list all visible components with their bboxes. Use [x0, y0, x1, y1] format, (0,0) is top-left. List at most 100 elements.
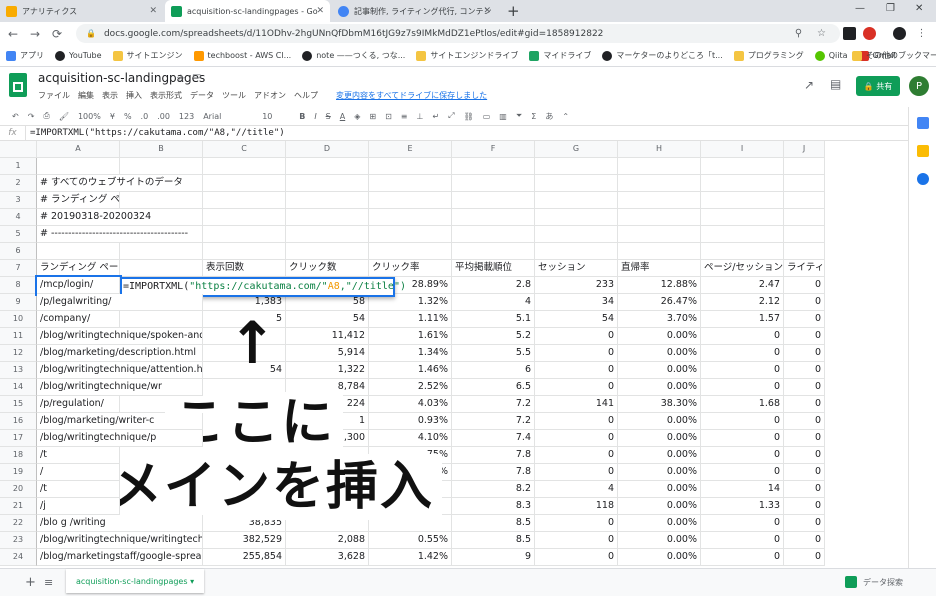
- cell[interactable]: [120, 243, 203, 260]
- cell[interactable]: /blog/writingtechnique/writingtechn: [37, 532, 203, 549]
- keep-icon[interactable]: [917, 145, 929, 157]
- cell[interactable]: # ランディング ページ: [37, 192, 120, 209]
- cell[interactable]: 0.00%: [618, 532, 701, 549]
- paint-format-icon[interactable]: 🖌: [59, 112, 69, 121]
- cell[interactable]: /blog/marketingstaff/google-spreac: [37, 549, 203, 566]
- cell[interactable]: 34: [535, 294, 618, 311]
- cell[interactable]: 8.5: [452, 515, 535, 532]
- text-wrap-icon[interactable]: ↵: [432, 112, 439, 121]
- cell[interactable]: [369, 158, 452, 175]
- row-header[interactable]: 4: [0, 209, 37, 226]
- cell[interactable]: [618, 226, 701, 243]
- minimize-icon[interactable]: —: [855, 3, 865, 14]
- cell[interactable]: 0: [535, 413, 618, 430]
- cell[interactable]: 4.03%: [369, 396, 452, 413]
- italic-button[interactable]: I: [314, 112, 316, 121]
- cell[interactable]: 直帰率: [618, 260, 701, 277]
- cell[interactable]: 2.8: [452, 277, 535, 294]
- cell[interactable]: 7.8: [452, 447, 535, 464]
- cell[interactable]: /j: [37, 498, 120, 515]
- insert-comment-icon[interactable]: ▭: [483, 112, 491, 121]
- cell[interactable]: /blog/writingtechnique/spoken-and: [37, 328, 203, 345]
- cell[interactable]: [120, 158, 203, 175]
- cell[interactable]: [203, 192, 286, 209]
- cell[interactable]: 4: [535, 481, 618, 498]
- cell[interactable]: 118: [535, 498, 618, 515]
- cell[interactable]: 54: [535, 311, 618, 328]
- column-header[interactable]: I: [701, 141, 784, 158]
- cell[interactable]: 0.00%: [618, 430, 701, 447]
- menu-data[interactable]: データ: [190, 90, 214, 101]
- cell[interactable]: 1.42%: [369, 549, 452, 566]
- cell[interactable]: /company/: [37, 311, 120, 328]
- cell[interactable]: 2.47: [701, 277, 784, 294]
- row-header[interactable]: 14: [0, 379, 37, 396]
- cell[interactable]: 0: [535, 328, 618, 345]
- cell[interactable]: 0.00%: [618, 345, 701, 362]
- column-header[interactable]: J: [784, 141, 825, 158]
- cell[interactable]: 0: [784, 311, 825, 328]
- cell[interactable]: 6.5: [452, 379, 535, 396]
- functions-icon[interactable]: Σ: [531, 112, 536, 121]
- activity-icon[interactable]: ↗: [804, 78, 814, 92]
- cell[interactable]: [120, 192, 203, 209]
- cell[interactable]: 2,088: [286, 532, 369, 549]
- cell[interactable]: 0.00%: [618, 481, 701, 498]
- cell[interactable]: 0: [784, 396, 825, 413]
- cell[interactable]: 8.2: [452, 481, 535, 498]
- bookmark-drive[interactable]: マイドライブ: [529, 50, 591, 61]
- cell[interactable]: 14: [701, 481, 784, 498]
- cell[interactable]: 0: [701, 345, 784, 362]
- cell[interactable]: [535, 226, 618, 243]
- bookmark-folder[interactable]: サイトエンジン: [112, 50, 183, 61]
- cell[interactable]: 1,322: [286, 362, 369, 379]
- cell[interactable]: [286, 226, 369, 243]
- cell[interactable]: [618, 192, 701, 209]
- insert-chart-icon[interactable]: ▥: [499, 112, 507, 121]
- increase-decimal-button[interactable]: .00: [157, 112, 170, 121]
- cell[interactable]: 0: [784, 498, 825, 515]
- cell[interactable]: 6: [452, 362, 535, 379]
- cell[interactable]: [701, 192, 784, 209]
- row-header[interactable]: 18: [0, 447, 37, 464]
- cell[interactable]: [203, 243, 286, 260]
- restore-icon[interactable]: ❐: [886, 3, 895, 14]
- row-header[interactable]: 8: [0, 277, 37, 294]
- cell[interactable]: /blog/marketing/writer-c: [37, 413, 203, 430]
- sheets-logo-icon[interactable]: [9, 73, 27, 97]
- cell[interactable]: 4: [452, 294, 535, 311]
- row-header[interactable]: 1: [0, 158, 37, 175]
- cell[interactable]: [286, 158, 369, 175]
- cell[interactable]: [618, 158, 701, 175]
- cell[interactable]: 5.5: [452, 345, 535, 362]
- cell[interactable]: [701, 226, 784, 243]
- extension-icon[interactable]: [863, 27, 876, 40]
- cell[interactable]: 12.88%: [618, 277, 701, 294]
- cell[interactable]: [784, 243, 825, 260]
- bookmark-folder[interactable]: プログラミング: [733, 50, 804, 61]
- cell[interactable]: 38.30%: [618, 396, 701, 413]
- browser-tab-sheets[interactable]: acquisition-sc-landingpages - Go ✕: [165, 0, 330, 22]
- cell[interactable]: [535, 209, 618, 226]
- menu-insert[interactable]: 挿入: [126, 90, 142, 101]
- cell[interactable]: # 20190318-20200324: [37, 209, 203, 226]
- explore-button[interactable]: データ探索: [845, 576, 903, 588]
- cell[interactable]: 表示回数: [203, 260, 286, 277]
- browser-tab-cakutama[interactable]: 記事制作, ライティング代行, コンテン ✕: [332, 0, 497, 22]
- bookmark-note[interactable]: note ——つくる, つな...: [302, 50, 405, 61]
- column-header[interactable]: B: [120, 141, 203, 158]
- cell[interactable]: [369, 226, 452, 243]
- row-header[interactable]: 22: [0, 515, 37, 532]
- merge-cells-icon[interactable]: ⊡: [385, 112, 392, 121]
- cell[interactable]: [701, 209, 784, 226]
- row-header[interactable]: 5: [0, 226, 37, 243]
- cell[interactable]: /p/legalwriting/: [37, 294, 203, 311]
- cell[interactable]: 0: [535, 345, 618, 362]
- cell[interactable]: [286, 243, 369, 260]
- cell[interactable]: 5,914: [286, 345, 369, 362]
- menu-edit[interactable]: 編集: [78, 90, 94, 101]
- cell[interactable]: 0: [701, 532, 784, 549]
- profile-icon[interactable]: [893, 27, 906, 40]
- cell[interactable]: 1.61%: [369, 328, 452, 345]
- cell[interactable]: 0.00%: [618, 379, 701, 396]
